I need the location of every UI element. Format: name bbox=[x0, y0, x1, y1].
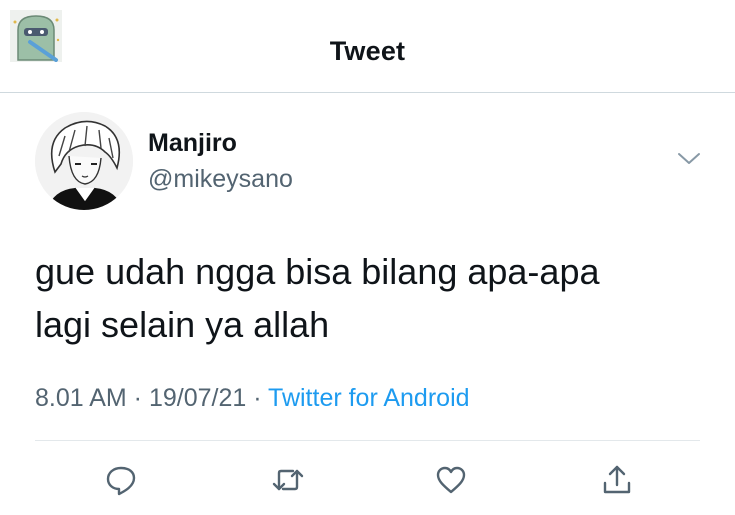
user-handle[interactable]: @mikeysano bbox=[148, 165, 293, 194]
meta-separator: · bbox=[246, 384, 269, 412]
display-name[interactable]: Manjiro bbox=[148, 129, 237, 158]
chevron-down-icon[interactable] bbox=[676, 150, 702, 168]
tweet-date[interactable]: 19/07/21 bbox=[149, 384, 246, 412]
tweet-source-link[interactable]: Twitter for Android bbox=[268, 384, 469, 412]
meta-separator: · bbox=[126, 384, 149, 412]
page-title: Tweet bbox=[329, 36, 406, 66]
top-bar: Tweet bbox=[0, 0, 735, 93]
divider bbox=[35, 440, 700, 441]
tweet-meta: 8.01 AM · 19/07/21 · Twitter for Android bbox=[35, 384, 470, 413]
retweet-icon[interactable] bbox=[271, 463, 305, 497]
avatar[interactable] bbox=[35, 112, 133, 210]
tweet-time[interactable]: 8.01 AM bbox=[35, 384, 127, 412]
tweet-page: Tweet Manjiro @mikeysano gue udah ngga b… bbox=[0, 0, 735, 515]
heart-icon[interactable] bbox=[434, 463, 468, 497]
share-icon[interactable] bbox=[600, 463, 634, 497]
tweet-text: gue udah ngga bisa bilang apa-apa lagi s… bbox=[35, 251, 600, 345]
comment-icon[interactable] bbox=[104, 463, 138, 497]
